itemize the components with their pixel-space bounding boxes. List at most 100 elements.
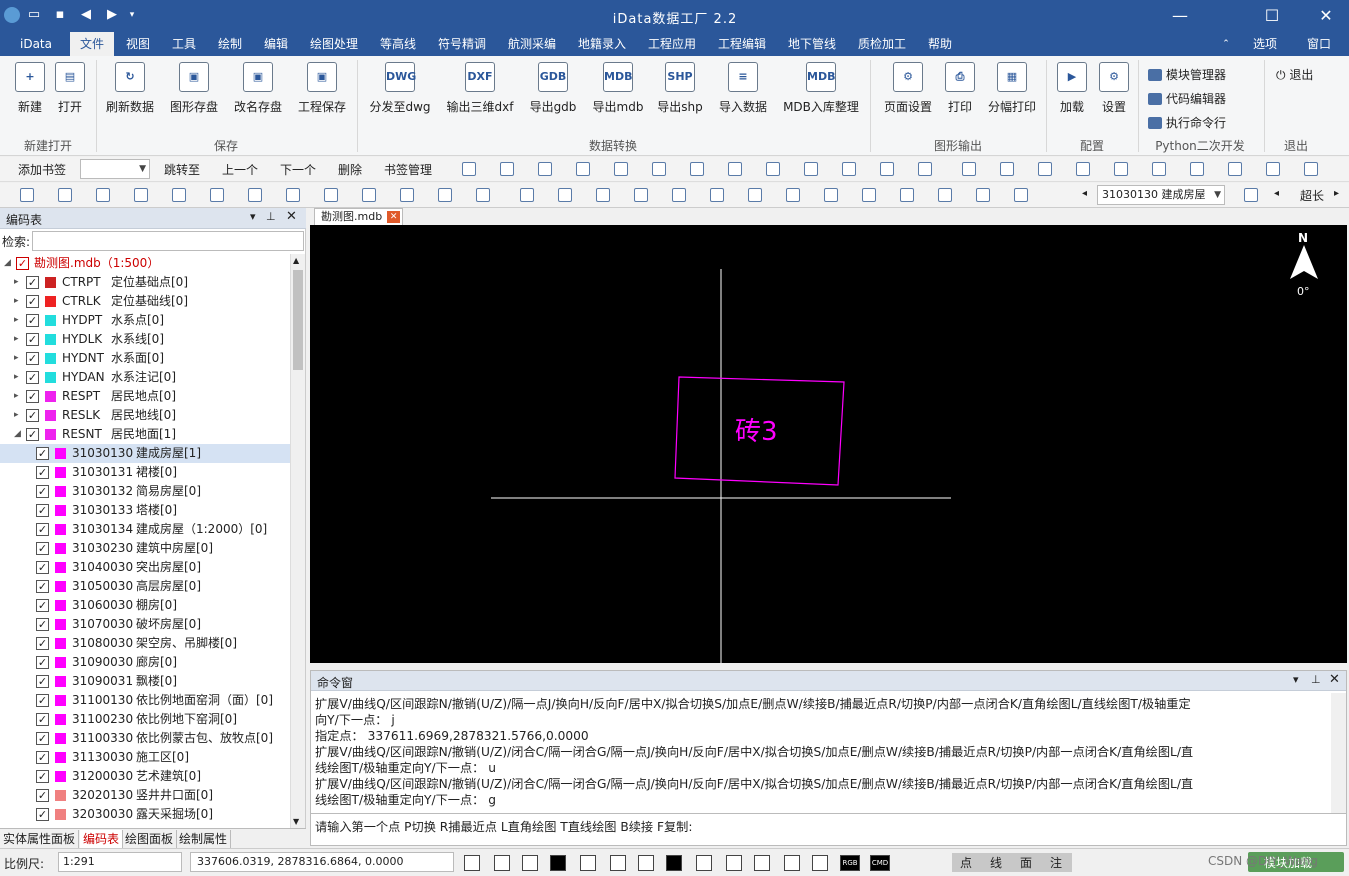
scroll-right-icon[interactable]: ▸ — [1334, 188, 1339, 199]
rotate-icon[interactable] — [248, 188, 262, 202]
draw-circle-icon[interactable] — [652, 162, 666, 176]
scroll-left-icon[interactable]: ◂ — [1082, 188, 1087, 199]
zoom-in-icon[interactable] — [1000, 162, 1014, 176]
expand-arrow-icon[interactable]: ▸ — [14, 330, 19, 349]
checkbox[interactable]: ✓ — [36, 713, 49, 726]
checkbox[interactable]: ✓ — [36, 694, 49, 707]
drawing-canvas[interactable]: 砖3 N 0° — [310, 225, 1347, 663]
menu-edit[interactable]: 编辑 — [256, 32, 296, 56]
tree-item[interactable]: ✓ 31100230 依比例地下窑洞[0] — [0, 710, 290, 729]
checkbox[interactable]: ✓ — [26, 371, 39, 384]
menu-view[interactable]: 视图 — [118, 32, 158, 56]
ribbon-collapse-icon[interactable]: ⌃ — [1220, 32, 1232, 56]
add-vertex-icon[interactable] — [520, 188, 534, 202]
search-input[interactable] — [32, 231, 304, 251]
tree-item[interactable]: ✓ 31030230 建筑中房屋[0] — [0, 539, 290, 558]
menu-draw[interactable]: 绘制 — [210, 32, 250, 56]
checkbox[interactable]: ✓ — [36, 656, 49, 669]
checkbox[interactable]: ✓ — [36, 466, 49, 479]
color-icon[interactable] — [900, 188, 914, 202]
dropdown-icon[interactable]: ▾ — [1293, 673, 1299, 686]
tree-item[interactable]: ✓ 31030133 塔楼[0] — [0, 501, 290, 520]
export-dwg-button[interactable]: DWG 分发至dwg — [364, 62, 436, 115]
code-editor-button[interactable]: 代码编辑器 — [1148, 90, 1226, 107]
menu-tools[interactable]: 工具 — [164, 32, 204, 56]
menu-quality[interactable]: 质检加工 — [852, 32, 912, 56]
import-data-button[interactable]: ≡ 导入数据 — [714, 62, 772, 115]
scroll-thumb[interactable] — [293, 270, 303, 370]
menu-idata[interactable]: iData — [8, 32, 64, 56]
snap-toggle-icon[interactable] — [494, 855, 510, 871]
checkbox[interactable]: ✓ — [36, 637, 49, 650]
expand-arrow-icon[interactable]: ▸ — [14, 273, 19, 292]
tree-item[interactable]: ◢ ✓ RESNT 居民地面[1] — [0, 425, 290, 444]
layer-code-combo[interactable]: 31030130 建成房屋 ▼ — [1097, 185, 1225, 205]
collapse-arrow-icon[interactable]: ◢ — [14, 425, 21, 444]
mode-note[interactable]: 注 — [1050, 854, 1062, 871]
save-project-button[interactable]: ▣ 工程保存 — [292, 62, 352, 115]
run-command-button[interactable]: 执行命令行 — [1148, 114, 1226, 131]
tree-item[interactable]: ▸ ✓ CTRPT 定位基础点[0] — [0, 273, 290, 292]
stretch-icon[interactable] — [476, 188, 490, 202]
menu-cadastre[interactable]: 地籍录入 — [572, 32, 632, 56]
exit-button[interactable]: ⏻ 退出 — [1276, 66, 1313, 83]
tree-item[interactable]: ▸ ✓ RESPT 居民地点[0] — [0, 387, 290, 406]
image-icon[interactable] — [784, 855, 800, 871]
checkbox[interactable]: ✓ — [26, 409, 39, 422]
close-tab-icon[interactable]: ✕ — [387, 211, 401, 223]
scale-input[interactable]: 1:291 — [58, 852, 182, 872]
tree-item[interactable]: ✓ 31060030 棚房[0] — [0, 596, 290, 615]
export-shp-button[interactable]: SHP 导出shp — [652, 62, 708, 115]
explode-icon[interactable] — [438, 188, 452, 202]
tree-item[interactable]: ✓ 31100130 依比例地面窑洞（面）[0] — [0, 691, 290, 710]
tab-draw-props[interactable]: 绘制属性 — [176, 830, 232, 848]
layer-icon[interactable] — [1266, 162, 1280, 176]
layer-props-icon[interactable] — [1244, 188, 1258, 202]
draw-ellipse-icon[interactable] — [690, 162, 704, 176]
tree-root[interactable]: ◢ ✓ 勘测图.mdb（1:500） — [0, 254, 290, 273]
manage-bookmark-button[interactable]: 书签管理 — [384, 161, 432, 178]
menu-window[interactable]: 窗口 — [1294, 32, 1344, 56]
checkbox[interactable]: ✓ — [36, 599, 49, 612]
move-icon[interactable] — [58, 188, 72, 202]
export-gdb-button[interactable]: GDB 导出gdb — [524, 62, 582, 115]
menu-pipeline[interactable]: 地下管线 — [782, 32, 842, 56]
offset-icon[interactable] — [210, 188, 224, 202]
layer-match-icon[interactable] — [938, 188, 952, 202]
checkbox[interactable]: ✓ — [36, 542, 49, 555]
menu-file[interactable]: 文件 — [70, 32, 114, 56]
prev-bookmark-button[interactable]: 上一个 — [222, 161, 258, 178]
scroll-left-icon[interactable]: ◂ — [1274, 188, 1279, 199]
menu-engineering-app[interactable]: 工程应用 — [642, 32, 702, 56]
module-manager-button[interactable]: 模块管理器 — [1148, 66, 1226, 83]
checkbox[interactable]: ✓ — [26, 314, 39, 327]
close-polyline-icon[interactable] — [748, 188, 762, 202]
tree-item[interactable]: ✓ 31050030 高层房屋[0] — [0, 577, 290, 596]
zoom-window-icon[interactable] — [1076, 162, 1090, 176]
measure-icon[interactable] — [918, 162, 932, 176]
qa-dropdown-icon[interactable]: ▾ — [124, 7, 140, 23]
redo-icon[interactable]: ▶ — [104, 7, 120, 23]
checkbox[interactable]: ✓ — [26, 390, 39, 403]
view-frame-icon[interactable] — [962, 162, 976, 176]
bookmark-combo[interactable]: ▼ — [80, 159, 150, 179]
grid-icon[interactable] — [754, 855, 770, 871]
checkbox[interactable]: ✓ — [26, 333, 39, 346]
save-drawing-button[interactable]: ▣ 图形存盘 — [164, 62, 224, 115]
pin-icon[interactable]: ⊥ — [266, 210, 276, 223]
reverse-icon[interactable] — [786, 188, 800, 202]
expand-arrow-icon[interactable]: ▸ — [14, 311, 19, 330]
hatch-icon[interactable] — [842, 162, 856, 176]
display-toggle-icon[interactable] — [550, 855, 566, 871]
break-icon[interactable] — [400, 188, 414, 202]
export-mdb-button[interactable]: MDB 导出mdb — [588, 62, 648, 115]
checkbox[interactable]: ✓ — [26, 352, 39, 365]
pin-icon[interactable]: ⊥ — [1311, 673, 1321, 686]
checkbox[interactable]: ✓ — [26, 276, 39, 289]
draw-curve-icon[interactable] — [614, 162, 628, 176]
expand-arrow-icon[interactable]: ▸ — [14, 406, 19, 425]
tree-item[interactable]: ✓ 31030130 建成房屋[1] — [0, 444, 290, 463]
fillet-icon[interactable] — [862, 188, 876, 202]
move-vertex-icon[interactable] — [596, 188, 610, 202]
tree-item[interactable]: ▸ ✓ HYDPT 水系点[0] — [0, 311, 290, 330]
